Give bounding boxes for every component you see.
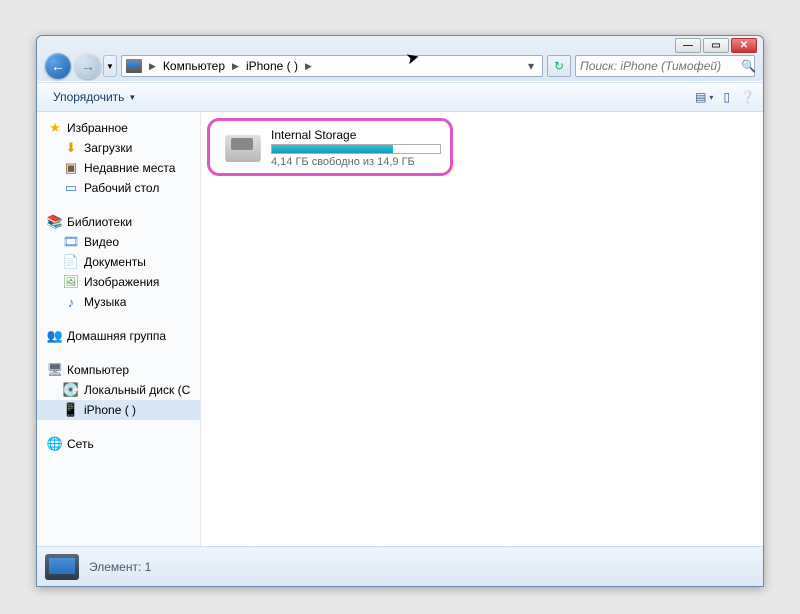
sidebar-label: Сеть	[67, 437, 94, 451]
address-bar[interactable]: ▶ Компьютер ▶ iPhone ( ) ▶ ▾	[121, 55, 543, 77]
sidebar-item-images[interactable]: 🖼 Изображения	[37, 272, 200, 292]
sidebar-label: Компьютер	[67, 363, 129, 377]
refresh-button[interactable]: ↻	[547, 55, 571, 77]
download-icon: ⬇	[63, 140, 79, 156]
chevron-right-icon: ▶	[232, 61, 239, 72]
sidebar-item-label: Изображения	[84, 275, 159, 289]
sidebar-item-localdisk[interactable]: 💽 Локальный диск (C	[37, 380, 200, 400]
sidebar-item-label: Загрузки	[84, 141, 132, 155]
image-icon: 🖼	[63, 274, 79, 290]
body: ★ Избранное ⬇ Загрузки ▣ Недавние места ▭ Ра…	[37, 112, 763, 546]
status-bar: Элемент: 1	[37, 546, 763, 586]
sidebar-item-documents[interactable]: 📄 Документы	[37, 252, 200, 272]
search-box[interactable]: 🔍	[575, 55, 755, 77]
network-icon: 🌐	[47, 436, 63, 452]
sidebar-homegroup[interactable]: 👥 Домашняя группа	[37, 326, 200, 346]
disk-icon: 💽	[63, 382, 79, 398]
preview-pane-button[interactable]: ▯	[723, 90, 730, 104]
chevron-down-icon: ▼	[128, 93, 136, 102]
status-device-icon	[45, 554, 79, 580]
chevron-right-icon: ▶	[149, 61, 156, 72]
sidebar-item-desktop[interactable]: ▭ Рабочий стол	[37, 178, 200, 198]
sidebar-network[interactable]: 🌐 Сеть	[37, 434, 200, 454]
sidebar-item-label: Локальный диск (C	[84, 383, 190, 397]
chevron-right-icon: ▶	[305, 61, 312, 72]
sidebar-item-music[interactable]: ♪ Музыка	[37, 292, 200, 312]
computer-icon: 🖥	[47, 362, 63, 378]
sidebar-item-label: Музыка	[84, 295, 126, 309]
sidebar-item-iphone[interactable]: 📱 iPhone ( )	[37, 400, 200, 420]
sidebar-item-label: Видео	[84, 235, 119, 249]
sidebar: ★ Избранное ⬇ Загрузки ▣ Недавние места ▭ Ра…	[37, 112, 201, 546]
homegroup-icon: 👥	[47, 328, 63, 344]
drive-text: Internal Storage 4,14 ГБ свободно из 14,…	[271, 128, 441, 168]
phone-icon: 📱	[63, 402, 79, 418]
sidebar-item-label: Документы	[84, 255, 146, 269]
titlebar: — ▭ ✕	[37, 36, 763, 50]
drive-subtext: 4,14 ГБ свободно из 14,9 ГБ	[271, 156, 441, 168]
sidebar-item-label: Рабочий стол	[84, 181, 159, 195]
sidebar-libraries[interactable]: 📚 Библиотеки	[37, 212, 200, 232]
toolbar: Упорядочить ▼ ▤▾ ▯ ❔	[37, 82, 763, 112]
library-icon: 📚	[47, 214, 63, 230]
sidebar-item-recent[interactable]: ▣ Недавние места	[37, 158, 200, 178]
status-text: Элемент: 1	[89, 560, 151, 574]
organize-label: Упорядочить	[53, 90, 124, 104]
search-icon: 🔍	[741, 59, 756, 73]
desktop-icon: ▭	[63, 180, 79, 196]
address-dropdown[interactable]: ▾	[524, 59, 538, 73]
sidebar-label: Домашняя группа	[67, 329, 166, 343]
places-icon: ▣	[63, 160, 79, 176]
device-icon	[126, 59, 142, 73]
content-pane[interactable]: Internal Storage 4,14 ГБ свободно из 14,…	[201, 112, 763, 546]
music-icon: ♪	[63, 294, 79, 310]
drive-name: Internal Storage	[271, 128, 441, 142]
back-button[interactable]: ←	[45, 53, 71, 79]
sidebar-favorites[interactable]: ★ Избранное	[37, 118, 200, 138]
breadcrumb-computer[interactable]: Компьютер	[163, 59, 225, 73]
sidebar-item-label: Недавние места	[84, 161, 175, 175]
search-input[interactable]	[580, 59, 737, 73]
help-button[interactable]: ❔	[740, 90, 755, 104]
explorer-window: — ▭ ✕ ← → ▼ ▶ Компьютер ▶ iPhone ( ) ▶ ▾…	[36, 35, 764, 587]
sidebar-label: Библиотеки	[67, 215, 132, 229]
drive-icon	[225, 134, 261, 162]
nav-row: ← → ▼ ▶ Компьютер ▶ iPhone ( ) ▶ ▾ ↻ 🔍	[37, 50, 763, 82]
nav-history-dropdown[interactable]: ▼	[103, 55, 117, 77]
document-icon: 📄	[63, 254, 79, 270]
drive-item-internal-storage[interactable]: Internal Storage 4,14 ГБ свободно из 14,…	[215, 122, 451, 174]
video-icon: 🎞	[63, 234, 79, 250]
sidebar-item-video[interactable]: 🎞 Видео	[37, 232, 200, 252]
star-icon: ★	[47, 120, 63, 136]
forward-button[interactable]: →	[75, 53, 101, 79]
view-options-button[interactable]: ▤▾	[695, 90, 713, 104]
organize-button[interactable]: Упорядочить ▼	[45, 86, 144, 108]
sidebar-label: Избранное	[67, 121, 128, 135]
breadcrumb-device[interactable]: iPhone ( )	[246, 59, 298, 73]
sidebar-item-label: iPhone ( )	[84, 403, 136, 417]
capacity-bar	[271, 144, 441, 154]
sidebar-computer[interactable]: 🖥 Компьютер	[37, 360, 200, 380]
sidebar-item-downloads[interactable]: ⬇ Загрузки	[37, 138, 200, 158]
